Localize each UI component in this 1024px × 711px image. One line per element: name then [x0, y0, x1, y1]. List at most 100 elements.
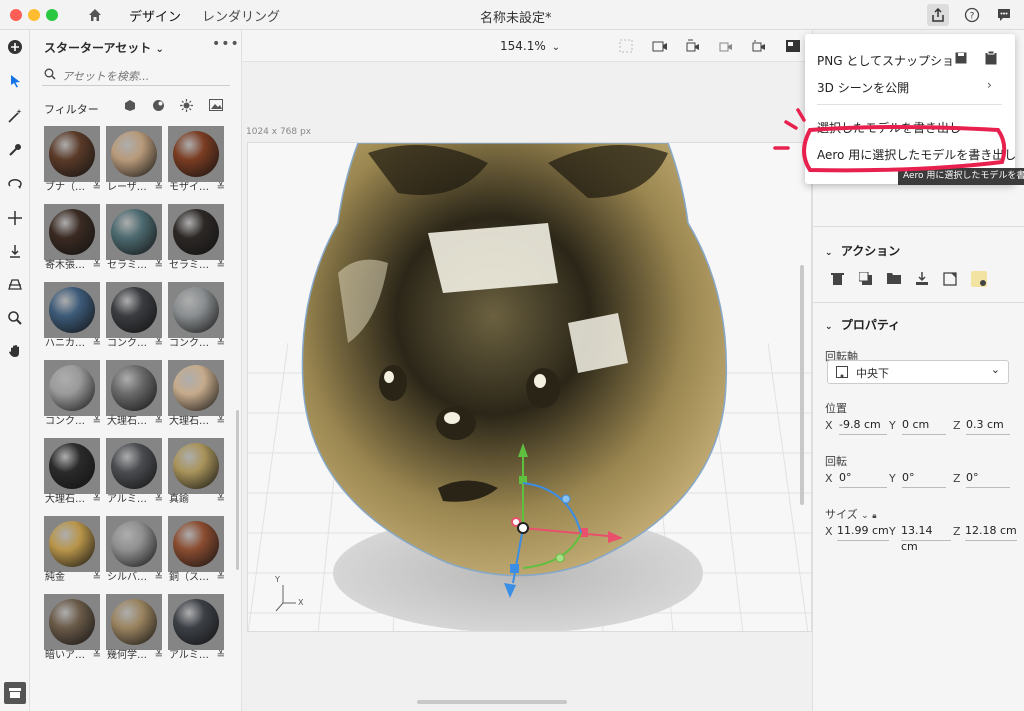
hand-icon[interactable] — [4, 340, 26, 362]
adjust-icon[interactable]: ≚ — [93, 338, 101, 350]
move-icon[interactable] — [4, 207, 26, 229]
duplicate-icon[interactable] — [858, 271, 873, 289]
lock-icon[interactable]: 🔒︎ — [872, 511, 876, 520]
magic-wand-icon[interactable] — [4, 105, 26, 127]
filter-material-icon[interactable] — [152, 99, 165, 115]
adjust-icon[interactable]: ≚ — [93, 260, 101, 272]
folder-icon[interactable] — [887, 272, 901, 287]
archive-icon[interactable] — [4, 682, 26, 704]
zoom-window-button[interactable] — [46, 9, 58, 21]
search-input[interactable]: アセットを検索... — [62, 68, 149, 84]
adjust-icon[interactable]: ≚ — [217, 338, 225, 350]
render-preview-icon[interactable] — [785, 39, 801, 56]
asset-tile[interactable]: ハニカ… ≚ — [44, 282, 102, 350]
feedback-icon[interactable] — [993, 4, 1015, 26]
asset-tile[interactable]: ブナ（… ≚ — [44, 126, 102, 194]
asset-tile[interactable]: モザイ… ≚ — [168, 126, 226, 194]
zoom-icon[interactable] — [4, 307, 26, 329]
filter-image-icon[interactable] — [209, 99, 223, 114]
asset-tile[interactable]: セラミ… ≚ — [106, 204, 164, 272]
tab-render[interactable]: レンダリング — [202, 6, 280, 25]
asset-tile[interactable]: コンク… ≚ — [44, 360, 102, 428]
scene-canvas[interactable]: Y X — [247, 142, 812, 632]
camera-orbit-icon[interactable] — [685, 39, 701, 56]
asset-tile[interactable]: アルミ… ≚ — [106, 438, 164, 506]
properties-header[interactable]: ⌄ プロパティ — [825, 316, 900, 333]
more-options-icon[interactable]: ••• — [212, 36, 240, 52]
rotation-y-field[interactable]: 0° — [902, 470, 946, 488]
adjust-icon[interactable]: ≚ — [217, 650, 225, 662]
frame-object-icon[interactable] — [943, 272, 957, 289]
adjust-icon[interactable]: ≚ — [93, 650, 101, 662]
asset-tile[interactable]: 寄木張… ≚ — [44, 204, 102, 272]
clipboard-icon[interactable] — [985, 50, 997, 68]
drop-to-ground-icon[interactable] — [4, 240, 26, 262]
rotation-z-field[interactable]: 0° — [966, 470, 1010, 488]
save-icon[interactable] — [955, 52, 967, 67]
asset-tile[interactable]: コンク… ≚ — [106, 282, 164, 350]
filter-light-icon[interactable] — [180, 99, 193, 115]
adjust-icon[interactable]: ≚ — [155, 182, 163, 194]
adjust-icon[interactable]: ≚ — [155, 494, 163, 506]
camera-dolly-icon[interactable] — [751, 39, 767, 56]
share-export-icon[interactable] — [927, 4, 949, 26]
asset-header[interactable]: スターターアセット ⌄ — [44, 39, 164, 56]
adjust-icon[interactable]: ≚ — [155, 650, 163, 662]
asset-tile[interactable]: 暗いア… ≚ — [44, 594, 102, 662]
adjust-icon[interactable]: ≚ — [93, 494, 101, 506]
asset-tile[interactable]: 真鍮 ≚ — [168, 438, 226, 506]
position-z-field[interactable]: 0.3 cm — [966, 417, 1010, 435]
asset-tile[interactable]: アルミ… ≚ — [168, 594, 226, 662]
adjust-icon[interactable]: ≚ — [155, 338, 163, 350]
asset-tile[interactable]: レーザ… ≚ — [106, 126, 164, 194]
asset-tile[interactable]: 銅（ス… ≚ — [168, 516, 226, 584]
viewport-hscrollbar[interactable] — [417, 700, 567, 704]
rotation-x-field[interactable]: 0° — [839, 470, 887, 488]
actions-header[interactable]: ⌄ アクション — [825, 242, 900, 259]
pivot-select[interactable]: 中央下 ⌄ — [827, 360, 1009, 384]
position-x-field[interactable]: -9.8 cm — [839, 417, 887, 435]
help-icon[interactable]: ? — [961, 4, 983, 26]
asset-scrollbar[interactable] — [236, 410, 239, 570]
eyedropper-icon[interactable] — [4, 139, 26, 161]
filter-model-icon[interactable] — [124, 99, 136, 115]
viewport-scrollbar[interactable] — [800, 265, 804, 505]
drop-icon[interactable] — [915, 272, 929, 289]
select-icon[interactable] — [4, 70, 26, 92]
adjust-icon[interactable]: ≚ — [93, 572, 101, 584]
asset-search-box[interactable]: アセットを検索... — [42, 66, 230, 86]
asset-tile[interactable]: 大理石… ≚ — [106, 360, 164, 428]
adjust-icon[interactable]: ≚ — [217, 494, 225, 506]
perspective-icon[interactable] — [4, 273, 26, 295]
minimize-window-button[interactable] — [28, 9, 40, 21]
asset-tile[interactable]: 幾何学… ≚ — [106, 594, 164, 662]
menu-item-publish-3d[interactable]: 3D シーンを公開 — [817, 79, 909, 96]
size-z-field[interactable]: 12.18 cm — [965, 523, 1017, 541]
zoom-level[interactable]: 154.1% ⌄ — [500, 39, 560, 53]
close-window-button[interactable] — [10, 9, 22, 21]
asset-tile[interactable]: 純金 ≚ — [44, 516, 102, 584]
asset-tile[interactable]: 大理石… ≚ — [168, 360, 226, 428]
position-y-field[interactable]: 0 cm — [902, 417, 946, 435]
adjust-icon[interactable]: ≚ — [217, 182, 225, 194]
adjust-icon[interactable]: ≚ — [93, 182, 101, 194]
adjust-icon[interactable]: ≚ — [93, 416, 101, 428]
adjust-icon[interactable]: ≚ — [155, 416, 163, 428]
adjust-icon[interactable]: ≚ — [217, 416, 225, 428]
adjust-icon[interactable]: ≚ — [217, 260, 225, 272]
menu-item-png-snapshot[interactable]: PNG としてスナップショ — [817, 52, 954, 69]
orbit-icon[interactable] — [4, 173, 26, 195]
add-icon[interactable] — [4, 36, 26, 58]
camera-pan-icon[interactable] — [718, 39, 734, 56]
adjust-icon[interactable]: ≚ — [217, 572, 225, 584]
asset-tile[interactable]: シルバ… ≚ — [106, 516, 164, 584]
adjust-icon[interactable]: ≚ — [155, 572, 163, 584]
tab-design[interactable]: デザイン — [129, 6, 182, 32]
frame-icon[interactable] — [619, 39, 633, 56]
home-icon[interactable] — [84, 4, 106, 26]
delete-icon[interactable] — [831, 272, 844, 289]
asset-tile[interactable]: 大理石… ≚ — [44, 438, 102, 506]
asset-tile[interactable]: セラミ… ≚ — [168, 204, 226, 272]
asset-tile[interactable]: コンク… ≚ — [168, 282, 226, 350]
camera-fit-icon[interactable] — [652, 39, 668, 56]
